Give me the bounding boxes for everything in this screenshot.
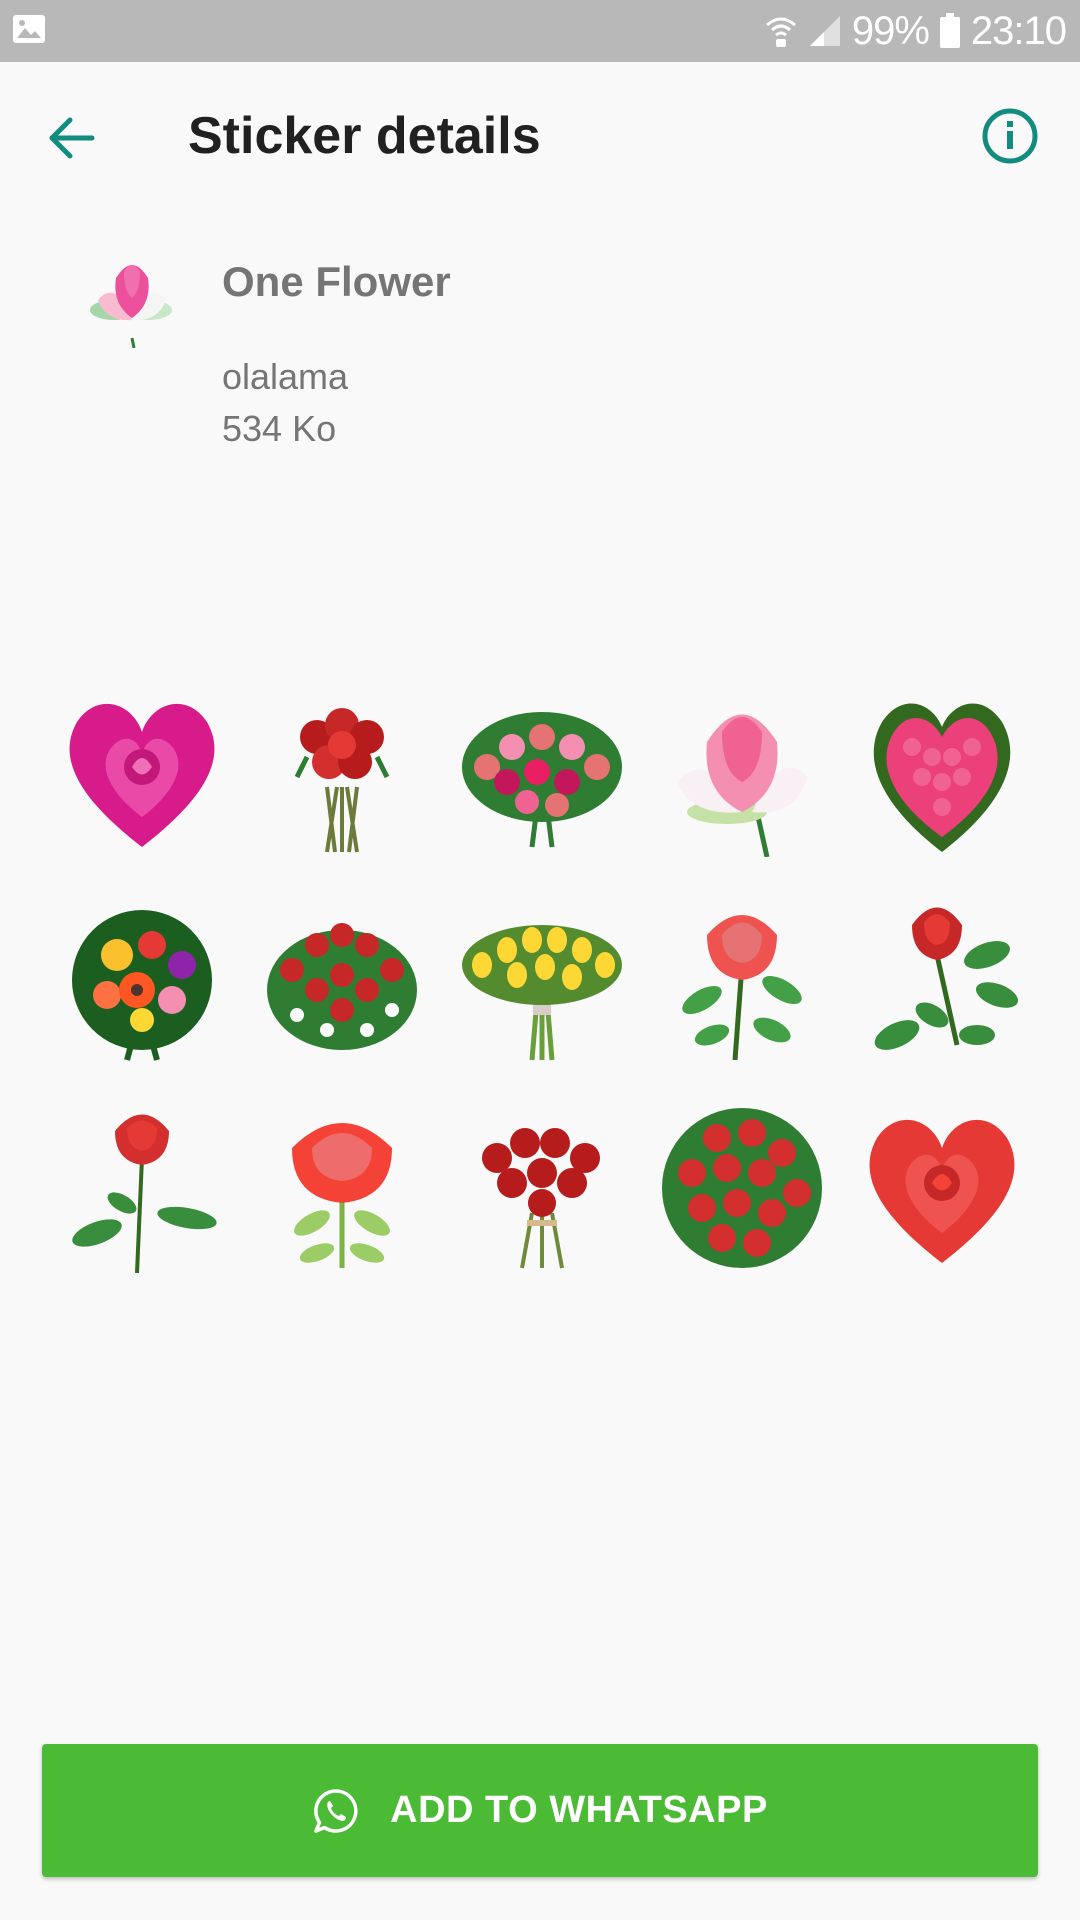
signal-icon (809, 16, 840, 46)
whatsapp-icon (314, 1788, 358, 1833)
sticker-11[interactable] (42, 1084, 242, 1292)
status-bar: 99% 23:10 (0, 0, 1080, 62)
coral-rose-sticker (292, 1123, 392, 1268)
red-rose-round-bouquet-sticker (662, 1108, 822, 1268)
sticker-7[interactable] (242, 876, 442, 1084)
battery-icon (939, 13, 960, 48)
status-right: 99% 23:10 (764, 6, 1067, 56)
red-rose-bouquet-sticker (294, 708, 390, 853)
pack-author: olalama (222, 356, 349, 397)
pack-size: 534 Ko (222, 408, 337, 449)
red-rose-white-bouquet-sticker (267, 923, 417, 1050)
clock: 23:10 (970, 8, 1067, 53)
pack-name: One Flower (222, 258, 451, 305)
page-title: Sticker details (188, 107, 541, 165)
sticker-2[interactable] (242, 668, 442, 876)
info-icon (982, 108, 1038, 164)
red-heart-rose-sticker (869, 1119, 1015, 1263)
sticker-6[interactable] (42, 876, 242, 1084)
sticker-1[interactable] (42, 668, 242, 876)
sticker-15[interactable] (842, 1084, 1042, 1292)
sticker-14[interactable] (642, 1084, 842, 1292)
sticker-12[interactable] (242, 1084, 442, 1292)
sticker-grid (42, 668, 1042, 1292)
info-button[interactable] (980, 106, 1040, 166)
sticker-13[interactable] (442, 1084, 642, 1292)
pink-red-rose-bouquet-sticker (462, 712, 622, 848)
arrow-back-icon (49, 117, 95, 159)
red-rose-stem-sticker (72, 1114, 217, 1273)
sticker-8[interactable] (442, 876, 642, 1084)
sticker-9[interactable] (642, 876, 842, 1084)
back-button[interactable] (44, 110, 100, 166)
pink-heart-wreath-sticker (873, 703, 1011, 852)
pink-lotus-sticker (677, 714, 807, 857)
battery-percent: 99% (851, 8, 930, 53)
yellow-tulip-bouquet-sticker (462, 925, 622, 1061)
mixed-gerbera-bouquet-sticker (72, 910, 212, 1061)
red-rose-tied-bouquet-sticker (482, 1128, 600, 1269)
add-button-label: ADD TO WHATSAPP (390, 1789, 768, 1831)
add-to-whatsapp-button[interactable]: ADD TO WHATSAPP (42, 1744, 1038, 1877)
pink-heart-rose-sticker (69, 703, 215, 847)
sticker-3[interactable] (442, 668, 642, 876)
pink-lotus-icon (90, 265, 172, 348)
coral-rose-stem-sticker (682, 915, 802, 1061)
sticker-4[interactable] (642, 668, 842, 876)
red-rose-leaves-sticker (874, 907, 1019, 1050)
sticker-10[interactable] (842, 876, 1042, 1084)
app-bar: Sticker details (0, 62, 1080, 212)
sticker-5[interactable] (842, 668, 1042, 876)
wifi-calling-icon (765, 17, 796, 47)
image-icon (13, 15, 45, 43)
